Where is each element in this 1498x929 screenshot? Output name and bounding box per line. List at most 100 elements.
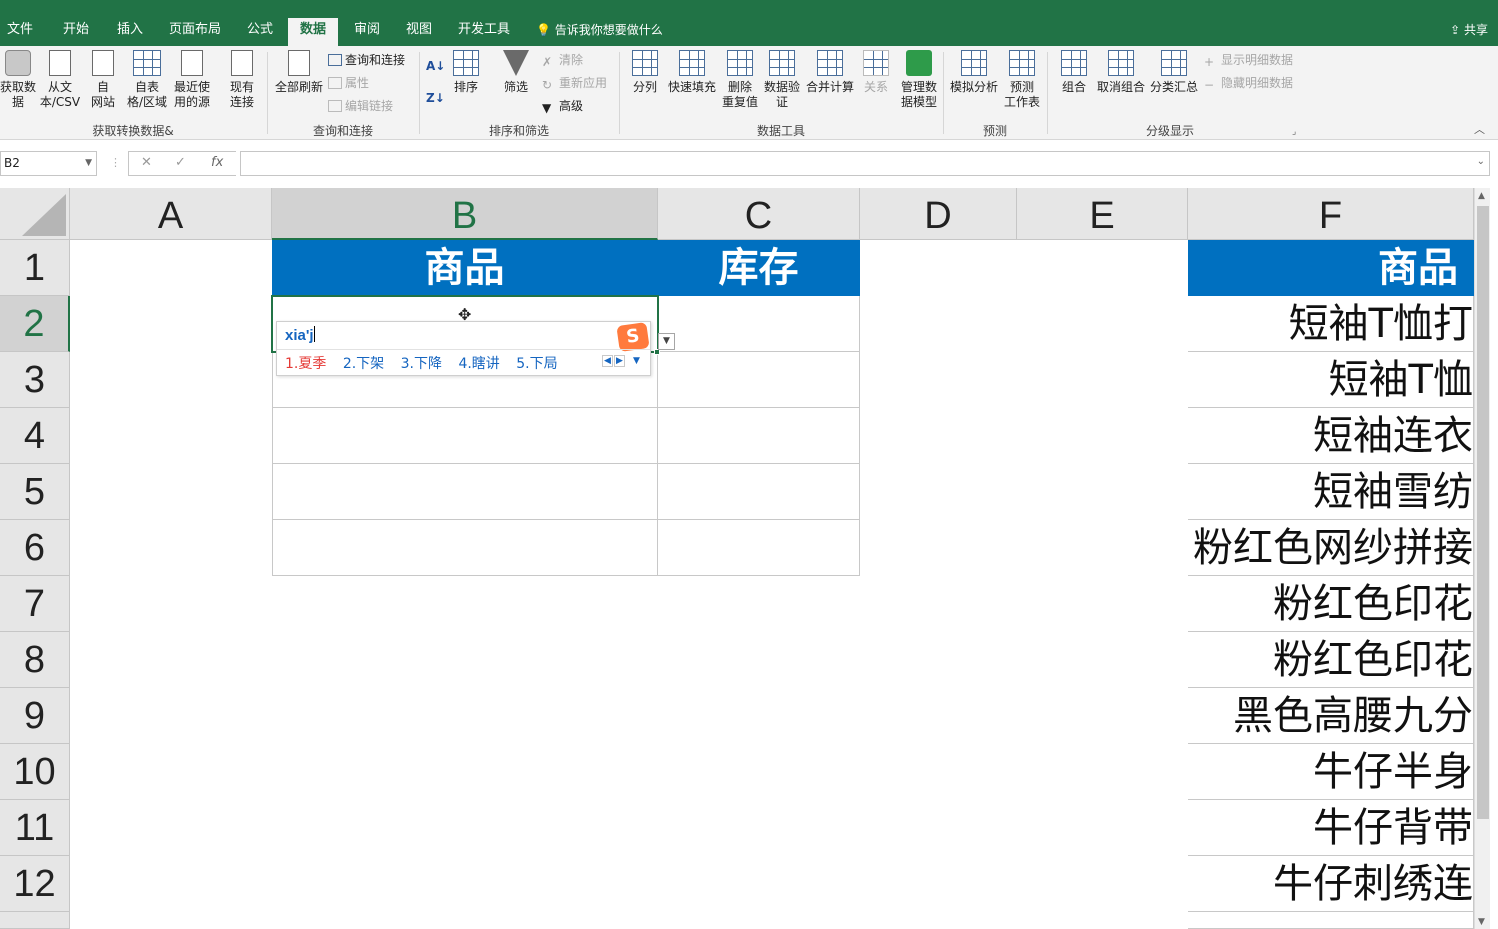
remove-duplicates-button[interactable]: 删除 重复值: [718, 50, 762, 110]
name-box[interactable]: B2 ▼: [0, 151, 97, 176]
table2-header-product[interactable]: 商品: [1188, 240, 1474, 296]
scroll-down-icon[interactable]: ▼: [1478, 917, 1485, 927]
ime-candidate[interactable]: 5.下局: [516, 356, 557, 372]
chevron-down-icon[interactable]: ▼: [85, 152, 92, 175]
table2-item[interactable]: 牛仔半身: [1188, 744, 1474, 800]
enter-icon[interactable]: ✓: [175, 155, 186, 170]
group-button[interactable]: 组合: [1054, 50, 1094, 95]
sort-desc-icon[interactable]: Z↓: [426, 88, 445, 108]
sort-asc-icon[interactable]: A↓: [426, 56, 445, 76]
row-header-3[interactable]: 3: [0, 352, 70, 408]
tab-page-layout[interactable]: 页面布局: [164, 18, 226, 46]
column-header-a[interactable]: A: [70, 188, 272, 240]
get-data-button[interactable]: 获取数 据: [0, 50, 36, 110]
manage-data-model-button[interactable]: 管理数 据模型: [898, 50, 940, 110]
hide-detail-button[interactable]: − 隐藏明细数据: [1204, 73, 1293, 93]
advanced-filter-button[interactable]: ▼ 高级: [542, 96, 583, 116]
vertical-scrollbar[interactable]: ▲ ▼: [1474, 188, 1490, 929]
relationships-button[interactable]: 关系: [860, 50, 892, 95]
ime-candidate[interactable]: 4.瞎讲: [458, 356, 499, 372]
table2-item-partial[interactable]: [1188, 912, 1474, 929]
row-header-4[interactable]: 4: [0, 408, 70, 464]
validation-dropdown-button[interactable]: ▼: [658, 333, 675, 350]
column-header-d[interactable]: D: [860, 188, 1017, 240]
insert-function-icon[interactable]: fx: [211, 155, 223, 170]
cell-c4[interactable]: [658, 408, 860, 464]
share-button[interactable]: ⇪ 共享: [1450, 18, 1488, 46]
scrollbar-thumb[interactable]: [1477, 206, 1489, 819]
flash-fill-button[interactable]: 快速填充: [666, 50, 718, 95]
consolidate-button[interactable]: 合并计算: [804, 50, 856, 95]
cell-c5[interactable]: [658, 464, 860, 520]
ime-candidate[interactable]: 3.下降: [401, 356, 442, 372]
ime-candidate[interactable]: 2.下架: [343, 356, 384, 372]
forecast-sheet-button[interactable]: 预测 工作表: [1002, 50, 1042, 110]
from-text-csv-button[interactable]: 从文 本/CSV: [38, 50, 82, 110]
table2-item[interactable]: 牛仔刺绣连: [1188, 856, 1474, 912]
table2-item[interactable]: 黑色高腰九分: [1188, 688, 1474, 744]
from-web-button[interactable]: 自 网站: [86, 50, 120, 110]
tab-home[interactable]: 开始: [56, 18, 96, 46]
table2-item[interactable]: 短袖雪纺: [1188, 464, 1474, 520]
clear-filter-button[interactable]: ✗ 清除: [542, 50, 583, 70]
properties-button[interactable]: 属性: [328, 73, 369, 93]
tab-data[interactable]: 数据: [288, 18, 338, 46]
row-header-7[interactable]: 7: [0, 576, 70, 632]
row-header-5[interactable]: 5: [0, 464, 70, 520]
reapply-button[interactable]: ↻ 重新应用: [542, 73, 607, 93]
tab-developer[interactable]: 开发工具: [452, 18, 516, 46]
ime-expand-icon[interactable]: ▼: [631, 356, 642, 368]
table-header-product[interactable]: 商品: [272, 240, 658, 296]
row-header-1[interactable]: 1: [0, 240, 70, 296]
row-header-11[interactable]: 11: [0, 800, 70, 856]
row-header-13[interactable]: [0, 912, 70, 929]
subtotal-button[interactable]: 分类汇总: [1148, 50, 1200, 95]
column-header-b[interactable]: B: [272, 188, 658, 240]
show-detail-button[interactable]: + 显示明细数据: [1204, 50, 1293, 70]
what-if-analysis-button[interactable]: 模拟分析: [948, 50, 1000, 95]
column-header-f[interactable]: F: [1188, 188, 1474, 240]
table2-item[interactable]: 粉红色印花: [1188, 632, 1474, 688]
table2-item[interactable]: 短袖T恤打: [1188, 296, 1474, 352]
table2-item[interactable]: 牛仔背带: [1188, 800, 1474, 856]
refresh-all-button[interactable]: 全部刷新: [272, 50, 326, 95]
existing-connections-button[interactable]: 现有 连接: [224, 50, 260, 110]
cell-c6[interactable]: [658, 520, 860, 576]
filter-button[interactable]: 筛选: [498, 50, 534, 95]
cell-b6[interactable]: [272, 520, 658, 576]
row-header-10[interactable]: 10: [0, 744, 70, 800]
select-all-button[interactable]: [0, 188, 70, 240]
formula-input[interactable]: ⌄: [240, 151, 1490, 176]
data-validation-button[interactable]: 数据验 证: [762, 50, 802, 110]
row-header-6[interactable]: 6: [0, 520, 70, 576]
table2-item[interactable]: 粉红色印花: [1188, 576, 1474, 632]
cancel-icon[interactable]: ✕: [141, 155, 152, 170]
dialog-launcher-icon[interactable]: ⌟: [1292, 122, 1296, 142]
table2-item[interactable]: 粉红色网纱拼接: [1188, 520, 1474, 576]
ime-prev-icon[interactable]: ◀: [602, 355, 613, 367]
ime-next-icon[interactable]: ▶: [614, 355, 625, 367]
expand-formula-icon[interactable]: ⌄: [1477, 156, 1485, 167]
cell-c2[interactable]: [658, 296, 860, 352]
scroll-up-icon[interactable]: ▲: [1478, 191, 1485, 201]
from-table-button[interactable]: 自表 格/区域: [124, 50, 170, 110]
tab-file[interactable]: 文件: [0, 18, 40, 46]
row-header-8[interactable]: 8: [0, 632, 70, 688]
table-header-stock[interactable]: 库存: [658, 240, 860, 296]
table2-item[interactable]: 短袖连衣: [1188, 408, 1474, 464]
sort-button[interactable]: 排序: [448, 50, 484, 95]
text-to-columns-button[interactable]: 分列: [626, 50, 664, 95]
ime-candidate[interactable]: 1.夏季: [285, 356, 326, 372]
cell-b5[interactable]: [272, 464, 658, 520]
ungroup-button[interactable]: 取消组合: [1096, 50, 1146, 95]
queries-connections-button[interactable]: 查询和连接: [328, 50, 405, 70]
row-header-9[interactable]: 9: [0, 688, 70, 744]
edit-links-button[interactable]: 编辑链接: [328, 96, 393, 116]
tab-view[interactable]: 视图: [398, 18, 440, 46]
table2-item[interactable]: 短袖T恤: [1188, 352, 1474, 408]
cell-c3[interactable]: [658, 352, 860, 408]
collapse-ribbon-icon[interactable]: ︿: [1474, 120, 1485, 140]
tab-insert[interactable]: 插入: [108, 18, 152, 46]
row-header-12[interactable]: 12: [0, 856, 70, 912]
row-header-2[interactable]: 2: [0, 296, 70, 352]
